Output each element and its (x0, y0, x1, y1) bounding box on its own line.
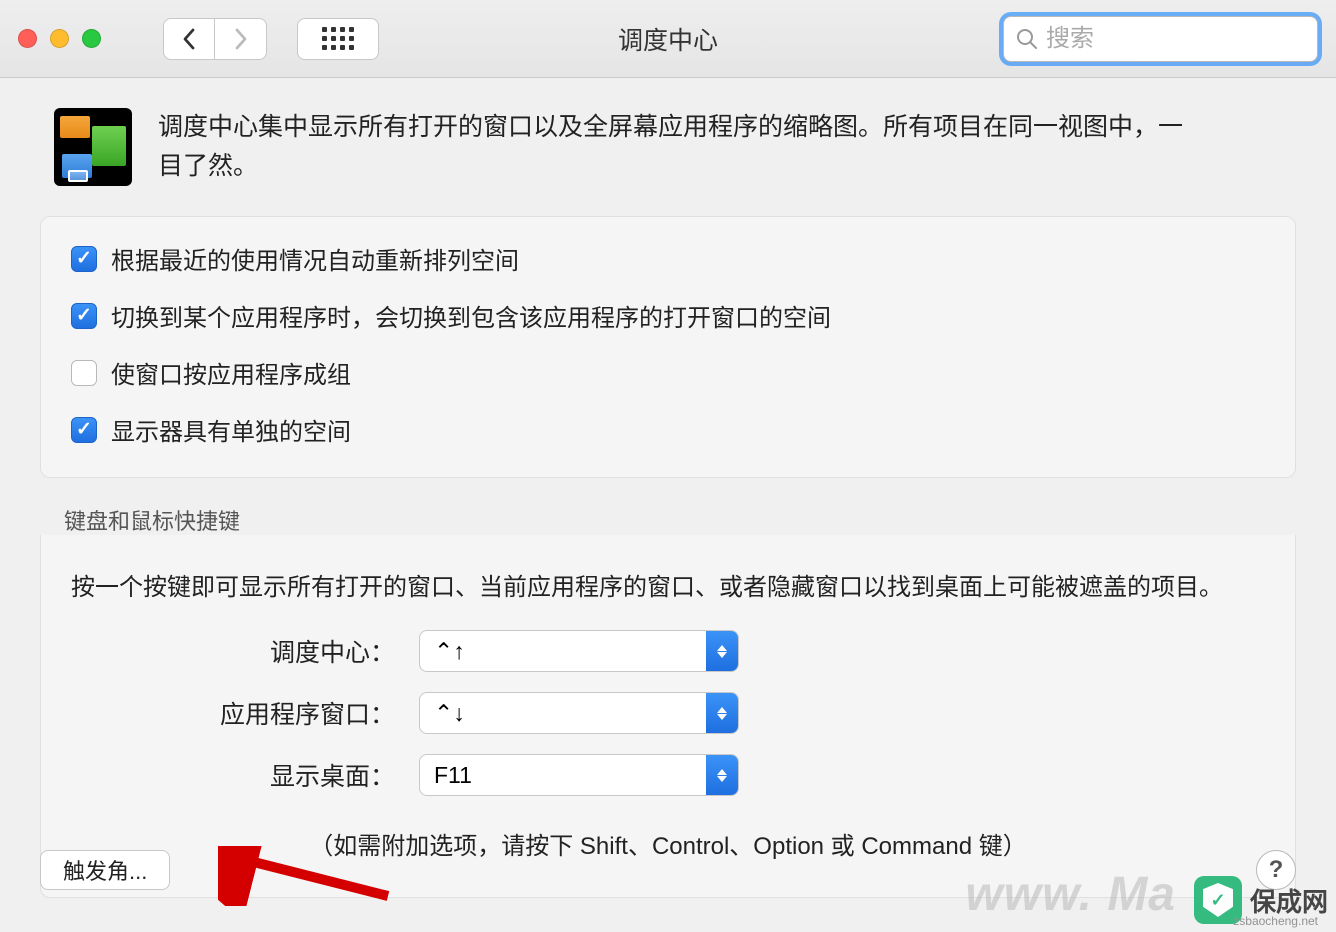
nav-buttons (163, 18, 267, 60)
option-label: 切换到某个应用程序时，会切换到包含该应用程序的打开窗口的空间 (111, 298, 831, 333)
hot-corners-label: 触发角... (63, 854, 147, 886)
zoom-window-button[interactable] (82, 29, 101, 48)
close-window-button[interactable] (18, 29, 37, 48)
shortcut-select-app-windows[interactable]: ⌃↓ (419, 692, 739, 734)
checkbox-separate-spaces[interactable] (71, 417, 97, 443)
shortcut-value: ⌃↓ (434, 700, 465, 727)
search-icon (1016, 28, 1038, 50)
checkbox-auto-rearrange[interactable] (71, 246, 97, 272)
watermark: ✓ 保成网 zsbaocheng.net (1194, 876, 1328, 924)
option-row-3: 显示器具有单独的空间 (71, 412, 1265, 447)
options-box: 根据最近的使用情况自动重新排列空间 切换到某个应用程序时，会切换到包含该应用程序… (40, 216, 1296, 478)
checkbox-switch-space[interactable] (71, 303, 97, 329)
watermark-brand: 保成网 (1250, 882, 1328, 919)
grid-icon (322, 27, 354, 50)
chevron-updown-icon (706, 631, 738, 671)
shortcut-label: 显示桌面： (71, 757, 419, 793)
back-button[interactable] (163, 18, 215, 60)
forward-button[interactable] (215, 18, 267, 60)
chevron-updown-icon (706, 755, 738, 795)
shortcut-row-mission-control: 调度中心： ⌃↑ (71, 630, 1265, 672)
shortcut-value: F11 (434, 762, 472, 789)
shortcut-value: ⌃↑ (434, 638, 465, 665)
chevron-updown-icon (706, 693, 738, 733)
shortcut-select-mission-control[interactable]: ⌃↑ (419, 630, 739, 672)
watermark-sub: zsbaocheng.net (1233, 914, 1318, 928)
keyboard-header: 键盘和鼠标快捷键 (64, 504, 1296, 536)
titlebar: 调度中心 (0, 0, 1336, 78)
shortcut-row-app-windows: 应用程序窗口： ⌃↓ (71, 692, 1265, 734)
hot-corners-button[interactable]: 触发角... (40, 850, 170, 890)
shortcut-label: 应用程序窗口： (71, 695, 419, 731)
intro-section: 调度中心集中显示所有打开的窗口以及全屏幕应用程序的缩略图。所有项目在同一视图中，… (40, 108, 1296, 186)
watermark-bg: www. Ma (965, 867, 1176, 922)
option-label: 使窗口按应用程序成组 (111, 355, 351, 390)
search-field[interactable] (1003, 16, 1318, 62)
intro-text: 调度中心集中显示所有打开的窗口以及全屏幕应用程序的缩略图。所有项目在同一视图中，… (158, 108, 1198, 186)
shortcut-row-show-desktop: 显示桌面： F11 (71, 754, 1265, 796)
option-row-2: 使窗口按应用程序成组 (71, 355, 1265, 390)
window-title: 调度中心 (618, 21, 718, 57)
option-label: 根据最近的使用情况自动重新排列空间 (111, 241, 519, 276)
keyboard-box: 按一个按键即可显示所有打开的窗口、当前应用程序的窗口、或者隐藏窗口以找到桌面上可… (40, 535, 1296, 898)
shortcut-select-show-desktop[interactable]: F11 (419, 754, 739, 796)
keyboard-description: 按一个按键即可显示所有打开的窗口、当前应用程序的窗口、或者隐藏窗口以找到桌面上可… (71, 567, 1265, 602)
minimize-window-button[interactable] (50, 29, 69, 48)
annotation-arrow-icon (218, 846, 398, 906)
shortcut-label: 调度中心： (71, 633, 419, 669)
search-input[interactable] (1046, 25, 1305, 53)
option-row-1: 切换到某个应用程序时，会切换到包含该应用程序的打开窗口的空间 (71, 298, 1265, 333)
traffic-lights (18, 29, 101, 48)
option-row-0: 根据最近的使用情况自动重新排列空间 (71, 241, 1265, 276)
option-label: 显示器具有单独的空间 (111, 412, 351, 447)
show-all-button[interactable] (297, 18, 379, 60)
checkbox-group-by-app[interactable] (71, 360, 97, 386)
mission-control-icon (54, 108, 132, 186)
